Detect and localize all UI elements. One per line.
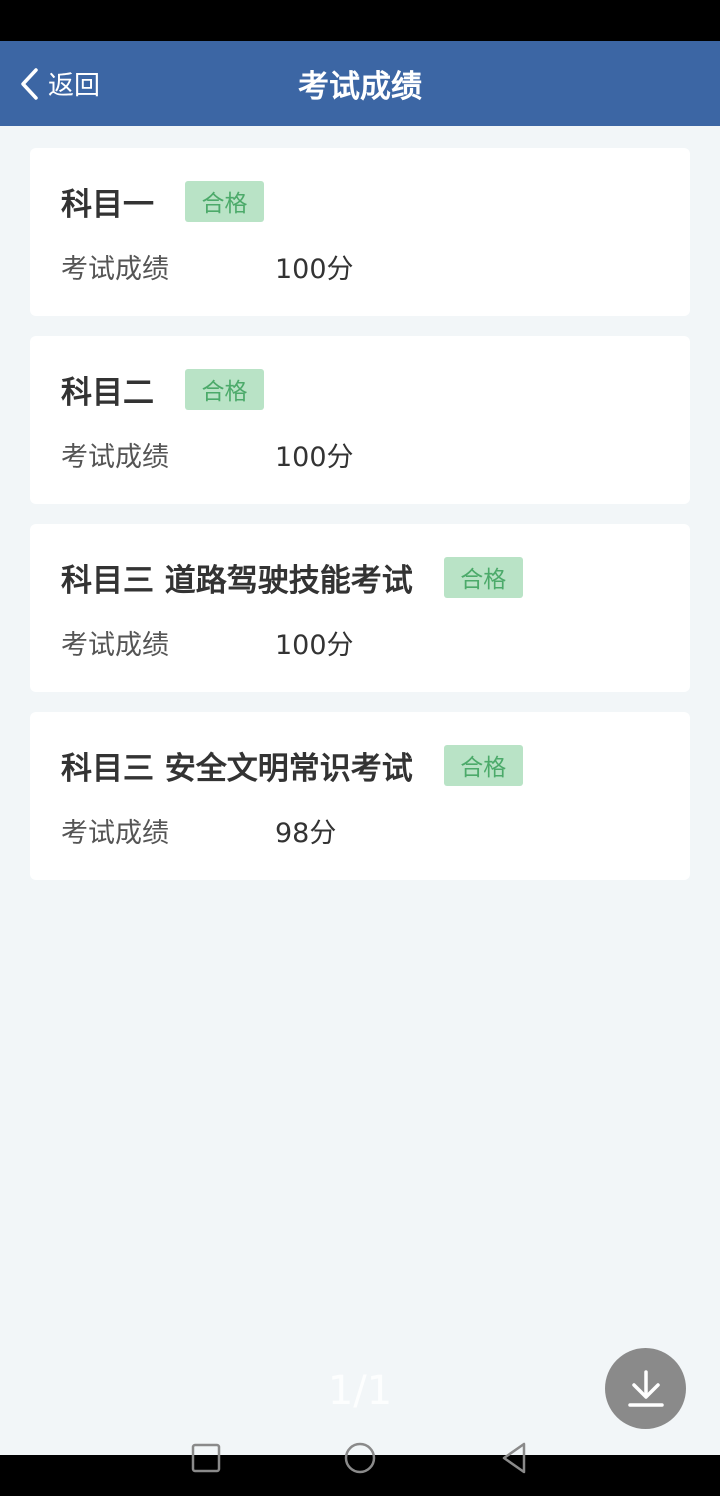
score-row: 考试成绩 100分 bbox=[61, 246, 354, 286]
score-value: 100分 bbox=[275, 441, 354, 473]
nav-back-button[interactable] bbox=[484, 1437, 544, 1479]
back-button[interactable]: 返回 bbox=[18, 41, 100, 126]
score-label: 考试成绩 bbox=[61, 817, 169, 849]
back-label: 返回 bbox=[48, 71, 101, 101]
score-value: 100分 bbox=[275, 253, 354, 285]
score-row: 考试成绩 100分 bbox=[61, 434, 354, 474]
circle-icon bbox=[344, 1442, 376, 1474]
score-label: 考试成绩 bbox=[61, 441, 169, 473]
card-title-row: 科目二 合格 bbox=[61, 368, 264, 411]
nav-home-button[interactable] bbox=[330, 1437, 390, 1479]
status-bar bbox=[0, 0, 720, 41]
result-card: 科目三 安全文明常识考试 合格 考试成绩 98分 bbox=[30, 712, 690, 880]
subject-title: 科目三 安全文明常识考试 bbox=[61, 750, 413, 787]
result-card: 科目二 合格 考试成绩 100分 bbox=[30, 336, 690, 504]
download-icon bbox=[627, 1369, 664, 1407]
score-row: 考试成绩 100分 bbox=[61, 622, 354, 662]
score-value: 98分 bbox=[275, 817, 337, 849]
triangle-back-icon bbox=[502, 1442, 526, 1474]
page-title: 考试成绩 bbox=[298, 69, 422, 105]
app-header: 返回 考试成绩 bbox=[0, 41, 720, 126]
chevron-left-icon bbox=[21, 67, 38, 100]
results-list: 科目一 合格 考试成绩 100分 科目二 合格 考试成绩 100分 科目三 道路… bbox=[30, 148, 690, 900]
status-badge: 合格 bbox=[443, 744, 523, 786]
download-button[interactable] bbox=[605, 1348, 686, 1429]
subject-title: 科目二 bbox=[61, 374, 154, 411]
score-label: 考试成绩 bbox=[61, 629, 169, 661]
nav-recent-button[interactable] bbox=[176, 1437, 236, 1479]
card-title-row: 科目三 安全文明常识考试 合格 bbox=[61, 744, 523, 787]
status-badge: 合格 bbox=[185, 180, 264, 222]
subject-title: 科目一 bbox=[61, 186, 154, 223]
card-title-row: 科目三 道路驾驶技能考试 合格 bbox=[61, 556, 523, 599]
score-row: 考试成绩 98分 bbox=[61, 810, 336, 850]
square-icon bbox=[191, 1443, 221, 1473]
score-label: 考试成绩 bbox=[61, 253, 169, 285]
result-card: 科目三 道路驾驶技能考试 合格 考试成绩 100分 bbox=[30, 524, 690, 692]
score-value: 100分 bbox=[275, 629, 354, 661]
card-title-row: 科目一 合格 bbox=[61, 180, 264, 223]
subject-title: 科目三 道路驾驶技能考试 bbox=[61, 562, 413, 599]
status-badge: 合格 bbox=[185, 368, 264, 410]
status-badge: 合格 bbox=[443, 556, 523, 598]
result-card: 科目一 合格 考试成绩 100分 bbox=[30, 148, 690, 316]
